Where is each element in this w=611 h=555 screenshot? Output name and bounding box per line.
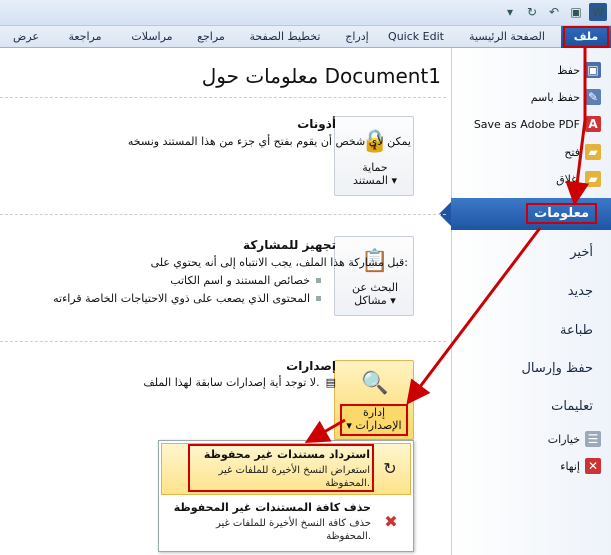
share-desc: قبل مشاركة هذا الملف، يجب الانتباه إلى أ… (150, 256, 408, 269)
tab-help[interactable]: تعليمات (451, 392, 611, 420)
exit-command[interactable]: ✕ إنهاء (451, 453, 611, 479)
file-tab-highlight (563, 26, 609, 48)
exit-label: إنهاء (560, 459, 580, 473)
protect-document-button[interactable]: 🔒 حماية المستند ▾ (334, 116, 414, 196)
bullet-icon (316, 278, 321, 283)
tab-recent[interactable]: أخير (451, 238, 611, 266)
tab-quick-edit[interactable]: Quick Edit (381, 26, 451, 48)
undo-icon[interactable]: ↶ (545, 3, 563, 21)
permissions-title: أذونات (297, 117, 336, 131)
versions-magnifier-icon: 🔍 (361, 370, 389, 396)
close-label: إغلاق (556, 172, 580, 186)
check-issues-label-1: البحث عن (351, 281, 399, 294)
quick-access-toolbar: W ▣ ↶ ↻ ▾ (501, 3, 607, 21)
save-as-pdf-command[interactable]: A Save as Adobe PDF (451, 111, 611, 137)
pdf-icon: A (585, 116, 601, 132)
tab-view[interactable]: عرض (3, 26, 49, 48)
manage-label-2: ▾ الإصدارات (346, 419, 402, 432)
divider (0, 214, 446, 215)
open-folder-icon: ▰ (585, 144, 601, 160)
share-bullet-2: المحتوى الذي يصعب على ذوي الاحتياجات الخ… (53, 292, 310, 305)
protect-label-1: حماية (362, 161, 388, 174)
versions-desc: لا توجد أية إصدارات سابقة لهذا الملف. (143, 376, 320, 389)
tab-home[interactable]: الصفحة الرئيسية (461, 26, 553, 48)
save-icon[interactable]: ▣ (567, 3, 585, 21)
check-for-issues-button[interactable]: 📋 البحث عن مشاكل ▾ (334, 236, 414, 316)
tab-review[interactable]: مراجعة (53, 26, 117, 48)
close-command[interactable]: ▰ إغلاق (451, 166, 611, 192)
save-as-pdf-label: Save as Adobe PDF (473, 117, 580, 131)
redo-icon[interactable]: ↻ (523, 3, 541, 21)
versions-row: ▤ لا توجد أية إصدارات سابقة لهذا الملف. (143, 376, 336, 389)
word-logo-icon[interactable]: W (589, 3, 607, 21)
tab-save-send[interactable]: حفظ وإرسال (451, 354, 611, 382)
recover-item-highlight (188, 444, 374, 492)
recover-document-icon: ↻ (383, 458, 397, 478)
tab-references[interactable]: مراجع (187, 26, 235, 48)
document-icon: ▤ (325, 376, 336, 389)
check-issues-label-2: مشاكل ▾ (354, 294, 396, 307)
close-folder-icon: ▰ (585, 171, 601, 187)
save-command[interactable]: ▣ حفظ (451, 57, 611, 83)
options-label: خيارات (547, 432, 580, 446)
save-as-command[interactable]: ✎ حفظ باسم (451, 84, 611, 110)
tab-print[interactable]: طباعة (451, 316, 611, 344)
share-bullet-1: خصائص المستند و اسم الكاتب (170, 274, 310, 287)
title-bar: W ▣ ↶ ↻ ▾ (0, 0, 611, 26)
save-icon: ▣ (585, 62, 601, 78)
manage-versions-label-highlight[interactable]: إدارة ▾ الإصدارات (340, 404, 408, 436)
tab-mailings[interactable]: مراسلات (121, 26, 183, 48)
list-item: المحتوى الذي يصعب على ذوي الاحتياجات الخ… (53, 292, 321, 305)
delete-unsaved-desc: حذف كافة النسخ الأخيرة للملفات غير المحف… (215, 518, 371, 542)
save-as-label: حفظ باسم (530, 90, 580, 104)
customize-qat-icon[interactable]: ▾ (501, 3, 519, 21)
options-icon: ☰ (585, 431, 601, 447)
page-title: معلومات حول Document1 (201, 64, 441, 88)
share-title: تجهيز للمشاركة (243, 238, 336, 252)
delete-unsaved-item[interactable]: ✖ حذف كافة المستندات غير المحفوظة حذف كا… (161, 497, 411, 549)
open-label: فتح (564, 145, 580, 159)
tab-new[interactable]: جديد (451, 277, 611, 305)
save-as-icon: ✎ (585, 89, 601, 105)
tab-info-selected[interactable]: معلومات (439, 198, 611, 230)
protect-label-2: المستند ▾ (352, 174, 398, 187)
ribbon-tabs: ملف الصفحة الرئيسية Quick Edit إدراج تخط… (0, 26, 611, 48)
info-label: معلومات (526, 203, 597, 224)
bullet-icon (316, 296, 321, 301)
open-command[interactable]: ▰ فتح (451, 139, 611, 165)
save-label: حفظ (557, 63, 580, 77)
tab-page-layout[interactable]: تخطيط الصفحة (239, 26, 331, 48)
divider (0, 341, 446, 342)
versions-title: إصدارات (286, 359, 336, 373)
delete-unsaved-title: حذف كافة المستندات غير المحفوظة (173, 501, 371, 514)
divider (0, 97, 446, 98)
delete-document-icon: ✖ (384, 511, 398, 531)
exit-icon: ✕ (585, 458, 601, 474)
options-command[interactable]: ☰ خيارات (451, 426, 611, 452)
manage-label-1: إدارة (362, 406, 386, 419)
permissions-desc: يمكن لأي شخص أن يقوم بفتح أي جزء من هذا … (127, 135, 411, 148)
list-item: خصائص المستند و اسم الكاتب (170, 274, 321, 287)
tab-insert[interactable]: إدراج (335, 26, 379, 48)
